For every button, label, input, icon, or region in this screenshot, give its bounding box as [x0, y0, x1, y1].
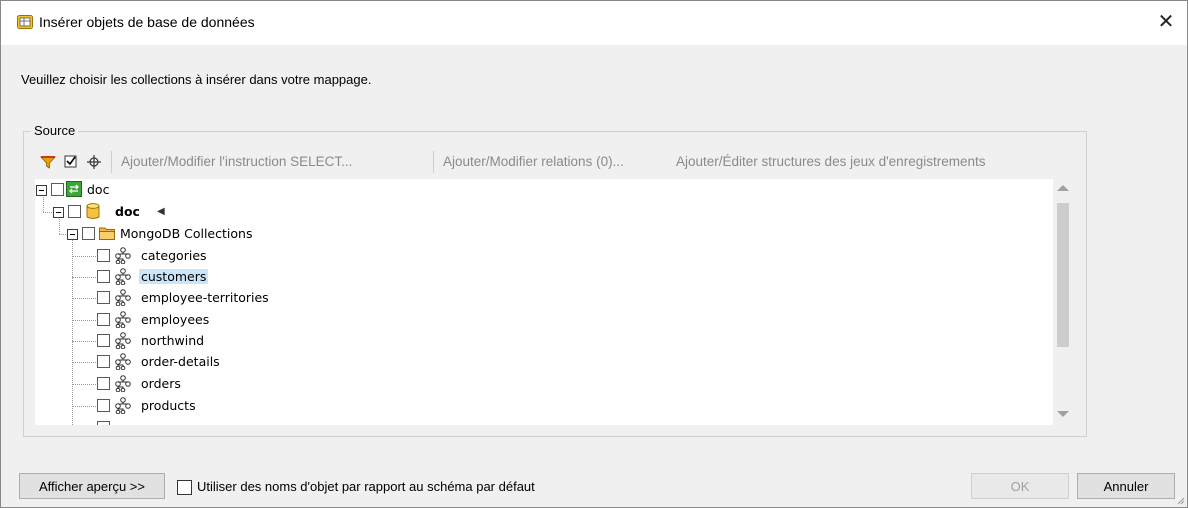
tree-node-label: order-details [141, 354, 220, 369]
tree-node-collection[interactable]: employee-territories [35, 288, 1035, 309]
resize-grip-icon[interactable] [1175, 495, 1185, 505]
title-bar: Insérer objets de base de données ✕ [1, 1, 1187, 45]
collapse-toggle[interactable] [67, 229, 78, 240]
tree-connector [72, 406, 96, 407]
tree-node-collection[interactable]: customers [35, 267, 1035, 288]
node-checkbox[interactable] [68, 205, 81, 218]
tree-node-collection-partial [35, 418, 1035, 425]
tree-node-collection[interactable]: order-details [35, 352, 1035, 373]
caret-left-icon: ◀ [157, 206, 165, 217]
crosshair-icon[interactable] [86, 154, 102, 170]
tree-connector [72, 384, 96, 385]
tree-node-label: employee-territories [141, 290, 269, 305]
collection-hierarchy-icon [115, 332, 131, 349]
ok-button[interactable]: OK [971, 473, 1069, 499]
tree-connector [72, 298, 96, 299]
scroll-up-icon[interactable] [1057, 185, 1069, 191]
cancel-button[interactable]: Annuler [1077, 473, 1175, 499]
collection-hierarchy-icon [115, 289, 131, 306]
collection-hierarchy-icon [115, 353, 131, 370]
tree-node-label: categories [141, 248, 207, 263]
node-checkbox[interactable] [97, 249, 110, 262]
checkbox-checked-icon[interactable] [63, 154, 79, 170]
node-checkbox[interactable] [97, 399, 110, 412]
tree-connector [72, 277, 96, 278]
node-checkbox[interactable] [82, 227, 95, 240]
collection-hierarchy-icon [115, 247, 131, 264]
default-schema-label: Utiliser des noms d'objet par rapport au… [197, 479, 535, 494]
node-checkbox [97, 421, 110, 425]
tree-node-collection[interactable]: categories [35, 246, 1035, 267]
insert-db-objects-dialog: Insérer objets de base de données ✕ Veui… [0, 0, 1188, 508]
tree-node-root[interactable]: doc [35, 180, 1035, 201]
node-checkbox[interactable] [97, 377, 110, 390]
tree-node-folder[interactable]: MongoDB Collections [35, 224, 1035, 245]
node-checkbox[interactable] [97, 355, 110, 368]
source-toolbar: Ajouter/Modifier l'instruction SELECT...… [35, 149, 1049, 175]
node-checkbox[interactable] [97, 313, 110, 326]
instruction-text: Veuillez choisir les collections à insér… [21, 72, 372, 87]
tree-scrollbar[interactable] [1053, 179, 1073, 425]
tree-node-label: doc [115, 204, 140, 219]
tree-connector [72, 341, 96, 342]
show-preview-button[interactable]: Afficher aperçu >> [19, 473, 165, 499]
tree-node-collection[interactable]: northwind [35, 331, 1035, 352]
window-title: Insérer objets de base de données [39, 14, 255, 30]
tree-node-collection[interactable]: employees [35, 310, 1035, 331]
scroll-thumb[interactable] [1057, 203, 1069, 347]
tree-node-label: employees [141, 312, 210, 327]
collection-hierarchy-icon [115, 268, 131, 285]
recordset-structures-button[interactable]: Ajouter/Éditer structures des jeux d'enr… [676, 154, 985, 169]
collapse-toggle[interactable] [36, 185, 47, 196]
database-cylinder-icon [86, 203, 100, 219]
tree-connector [72, 256, 96, 257]
select-statement-button[interactable]: Ajouter/Modifier l'instruction SELECT... [121, 154, 352, 169]
default-schema-checkbox[interactable] [177, 480, 192, 495]
database-objects-icon [17, 15, 33, 29]
collapse-toggle[interactable] [53, 207, 64, 218]
node-checkbox[interactable] [51, 183, 64, 196]
collection-hierarchy-icon [115, 311, 131, 328]
source-group-label: Source [31, 123, 79, 138]
node-checkbox[interactable] [97, 291, 110, 304]
toolbar-separator [111, 151, 112, 173]
toolbar-separator [433, 151, 434, 173]
relations-button[interactable]: Ajouter/Modifier relations (0)... [443, 154, 624, 169]
close-icon[interactable]: ✕ [1153, 10, 1179, 34]
collection-hierarchy-icon [115, 375, 131, 392]
tree-node-collection[interactable]: products [35, 396, 1035, 417]
tree-connector [72, 362, 96, 363]
tree-node-database[interactable]: doc ◀ [35, 202, 1035, 223]
tree-node-label: northwind [141, 333, 205, 348]
database-connection-icon [66, 181, 82, 197]
tree-node-label: products [141, 398, 196, 413]
tree-connector [72, 320, 96, 321]
node-checkbox[interactable] [97, 334, 110, 347]
tree-node-label: MongoDB Collections [120, 226, 253, 241]
source-tree[interactable]: doc doc ◀ MongoDB Collections categories… [35, 179, 1073, 425]
node-checkbox[interactable] [97, 270, 110, 283]
scroll-down-icon[interactable] [1057, 411, 1069, 417]
collection-hierarchy-icon [115, 397, 131, 414]
tree-node-label: customers [139, 269, 209, 284]
filter-icon[interactable] [40, 154, 56, 170]
tree-node-collection[interactable]: orders [35, 374, 1035, 395]
tree-node-label: orders [141, 376, 181, 391]
folder-icon [99, 227, 115, 240]
tree-node-label: doc [87, 182, 110, 197]
